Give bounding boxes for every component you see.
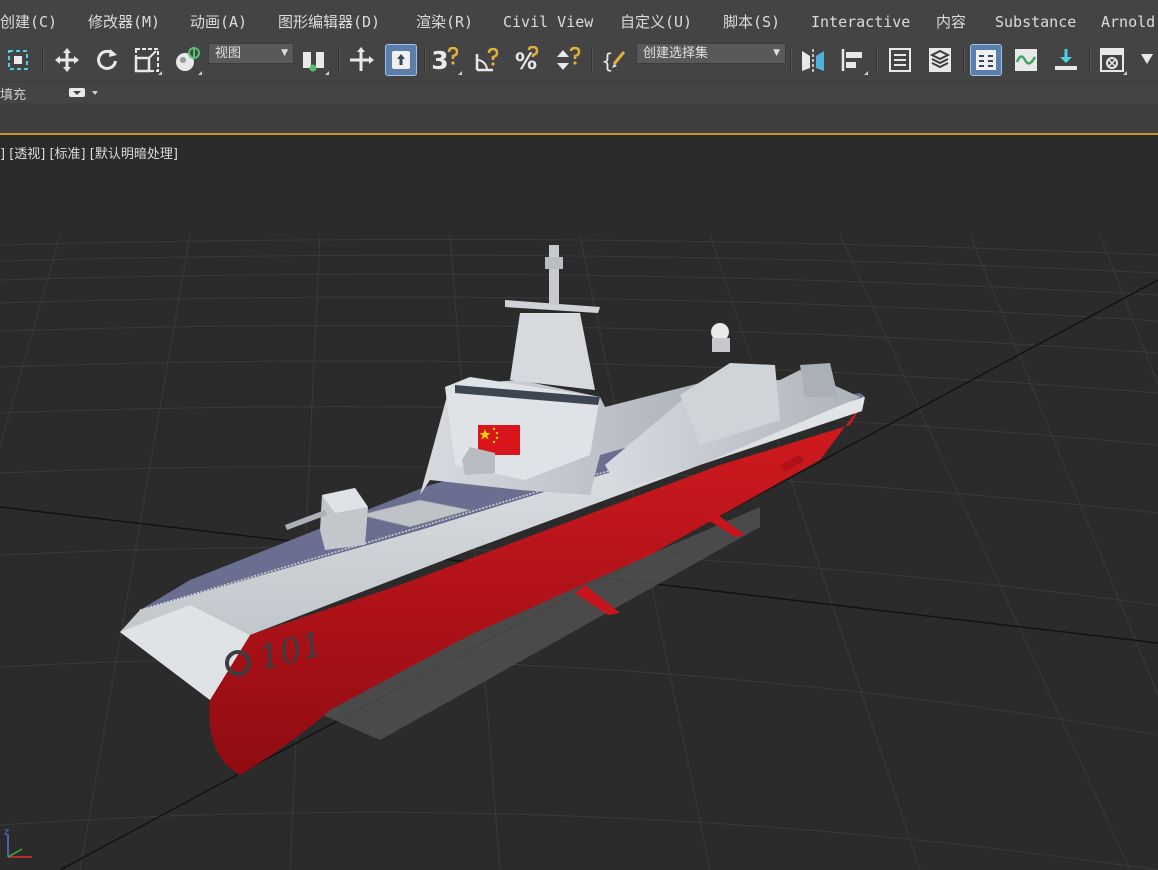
scene-explorer-icon[interactable] [884,44,916,76]
menu-substance[interactable]: Substance [995,11,1076,33]
menu-rendering[interactable]: 渲染(R) [416,11,473,33]
angle-snap-icon[interactable] [471,44,503,76]
main-toolbar: 视图 ▼ 3 % { 创建选择集 ▼ [0,40,1158,81]
curve-editor-icon[interactable] [1010,44,1042,76]
menu-animation[interactable]: 动画(A) [190,11,247,33]
viewport-label[interactable]: ] [透视] [标准] [默认明暗处理] [0,143,178,162]
place-icon[interactable] [171,44,203,76]
menu-bar: 创建(C) 修改器(M) 动画(A) 图形编辑器(D) 渲染(R) Civil … [0,0,1158,41]
menu-create[interactable]: 创建(C) [0,11,57,33]
perspective-viewport[interactable]: 101 ] [透视] [标准] [默认明暗处理] z [0,135,1158,870]
snap-3d-icon[interactable]: 3 [431,44,463,76]
transform-gizmo-icon[interactable] [345,44,377,76]
axis-tripod: z [4,827,32,858]
reference-coordinate-dropdown[interactable]: 视图 ▼ [208,43,294,64]
chevron-down-icon: ▼ [773,48,780,58]
render-setup-icon[interactable] [1136,44,1158,76]
layer-manager-icon[interactable] [924,44,956,76]
menu-graph-editors[interactable]: 图形编辑器(D) [278,11,380,33]
menu-customize[interactable]: 自定义(U) [620,11,692,33]
menu-interactive[interactable]: Interactive [811,11,910,33]
select-object-icon[interactable] [2,44,34,76]
reference-coordinate-value: 视图 [215,46,242,61]
selection-set-value: 创建选择集 [643,46,709,61]
scene-canvas[interactable]: 101 [0,135,1158,870]
ribbon-content-area [0,103,1158,135]
spinner-snap-icon[interactable] [551,44,583,76]
rotate-icon[interactable] [91,44,123,76]
align-icon[interactable] [837,44,869,76]
menu-modifiers[interactable]: 修改器(M) [88,11,160,33]
percent-snap-icon[interactable]: % [511,44,543,76]
main-mast [510,313,595,390]
menu-arnold[interactable]: Arnold [1101,11,1155,33]
ribbon-options-icon[interactable] [69,86,99,100]
svg-text:{: { [601,49,614,73]
menu-civil-view[interactable]: Civil View [503,11,593,33]
schematic-view-icon[interactable] [1050,44,1082,76]
radar-mount [712,338,730,352]
scale-icon[interactable] [131,44,163,76]
selection-set-dropdown[interactable]: 创建选择集 ▼ [636,43,786,64]
menu-content[interactable]: 内容 [936,11,966,33]
aft-mast [800,363,838,397]
layer-explorer-icon[interactable] [970,44,1002,76]
populate-tab[interactable]: 填充 [0,84,26,103]
ribbon-panel: 填充 [0,81,1158,104]
material-editor-icon[interactable] [1096,44,1128,76]
move-icon[interactable] [51,44,83,76]
manipulate-icon[interactable] [385,44,417,76]
svg-text:z: z [4,827,9,838]
mast-top [545,257,563,269]
named-selection-icon[interactable]: { [598,44,630,76]
mast-pole [549,245,559,305]
mirror-icon[interactable] [797,44,829,76]
chevron-down-icon: ▼ [281,48,288,58]
pivot-center-icon[interactable] [298,44,330,76]
menu-scripting[interactable]: 脚本(S) [723,11,780,33]
